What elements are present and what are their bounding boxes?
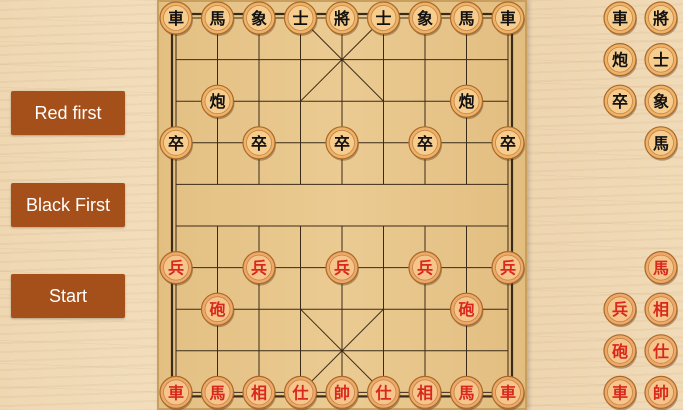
red-piece[interactable]: 砲 bbox=[200, 292, 235, 328]
captured-red-piece[interactable]: 相 bbox=[644, 292, 678, 328]
red-piece[interactable]: 車 bbox=[491, 375, 525, 410]
piece-label: 士 bbox=[375, 9, 391, 28]
captured-pieces: 車將炮 士卒 象馬馬兵 相砲 仕車帥 bbox=[603, 1, 678, 410]
red-piece[interactable]: 兵 bbox=[325, 251, 359, 286]
captured-red-piece[interactable]: 仕 bbox=[644, 334, 678, 369]
piece-label: 砲 bbox=[458, 300, 474, 319]
piece-label: 炮 bbox=[458, 92, 474, 111]
captured-black-piece[interactable]: 車 bbox=[603, 1, 637, 36]
piece-label: 馬 bbox=[653, 259, 669, 278]
piece-label: 兵 bbox=[168, 259, 184, 278]
red-piece[interactable]: 相 bbox=[408, 375, 442, 410]
red-piece[interactable]: 相 bbox=[242, 375, 276, 410]
red-piece[interactable]: 兵 bbox=[408, 251, 442, 286]
piece-label: 炮 bbox=[612, 51, 628, 70]
piece-label: 車 bbox=[612, 383, 628, 402]
red-piece[interactable]: 車 bbox=[159, 375, 193, 410]
board-grid bbox=[170, 12, 514, 398]
piece-label: 炮 bbox=[209, 92, 225, 111]
piece-label: 卒 bbox=[500, 134, 516, 153]
red-piece[interactable]: 兵 bbox=[491, 251, 525, 286]
piece-label: 兵 bbox=[500, 259, 516, 278]
piece-label: 卒 bbox=[334, 134, 350, 153]
piece-label: 馬 bbox=[653, 134, 669, 153]
captured-black-piece[interactable]: 卒 bbox=[603, 84, 637, 120]
piece-label: 將 bbox=[653, 9, 669, 28]
piece-label: 兵 bbox=[334, 259, 350, 278]
red-piece[interactable]: 兵 bbox=[242, 251, 276, 286]
captured-black-piece[interactable]: 馬 bbox=[644, 126, 678, 161]
piece-label: 馬 bbox=[458, 383, 474, 402]
piece-label: 兵 bbox=[612, 300, 628, 319]
piece-label: 馬 bbox=[209, 383, 225, 402]
black-piece[interactable]: 士 bbox=[283, 1, 318, 36]
piece-label: 砲 bbox=[612, 342, 628, 361]
black-piece[interactable]: 馬 bbox=[200, 1, 235, 36]
piece-label: 車 bbox=[168, 383, 184, 402]
black-piece[interactable]: 象 bbox=[408, 1, 442, 36]
captured-black-piece[interactable]: 炮 bbox=[603, 42, 637, 78]
red-piece[interactable]: 馬 bbox=[200, 375, 235, 410]
piece-label: 相 bbox=[251, 383, 267, 402]
game-scene: 車馬象士將士象馬車炮 炮卒卒卒卒卒兵兵兵兵兵砲 砲車馬相仕帥仕相馬車 車將炮 士卒 象馬… bbox=[159, 1, 678, 410]
captured-red-piece[interactable]: 車 bbox=[603, 375, 637, 410]
black-piece[interactable]: 卒 bbox=[242, 126, 276, 161]
piece-label: 兵 bbox=[417, 259, 433, 278]
red-piece[interactable]: 砲 bbox=[449, 292, 484, 328]
piece-label: 將 bbox=[334, 9, 350, 28]
captured-black-piece[interactable]: 士 bbox=[644, 42, 678, 78]
piece-label: 仕 bbox=[291, 383, 308, 402]
piece-label: 象 bbox=[653, 92, 669, 111]
red-piece[interactable]: 馬 bbox=[449, 375, 484, 410]
piece-label: 帥 bbox=[334, 383, 350, 402]
captured-black-piece[interactable]: 將 bbox=[644, 1, 678, 36]
red-piece[interactable]: 帥 bbox=[325, 375, 359, 410]
piece-label: 相 bbox=[653, 300, 669, 319]
piece-label: 士 bbox=[292, 9, 308, 28]
piece-label: 卒 bbox=[251, 134, 267, 153]
piece-label: 卒 bbox=[417, 134, 433, 153]
piece-label: 象 bbox=[417, 9, 433, 28]
black-piece[interactable]: 卒 bbox=[159, 126, 193, 161]
piece-label: 車 bbox=[168, 9, 184, 28]
piece-label: 卒 bbox=[612, 92, 628, 111]
black-piece[interactable]: 象 bbox=[242, 1, 276, 36]
piece-label: 馬 bbox=[209, 9, 225, 28]
red-piece[interactable]: 兵 bbox=[159, 251, 193, 286]
black-piece[interactable]: 卒 bbox=[325, 126, 359, 161]
piece-label: 仕 bbox=[374, 383, 391, 402]
red-piece[interactable]: 仕 bbox=[283, 375, 318, 410]
piece-label: 車 bbox=[612, 9, 628, 28]
black-piece[interactable]: 車 bbox=[159, 1, 193, 36]
piece-label: 卒 bbox=[168, 134, 184, 153]
black-piece[interactable]: 將 bbox=[325, 1, 359, 36]
black-piece[interactable]: 卒 bbox=[408, 126, 442, 161]
black-piece[interactable]: 馬 bbox=[449, 1, 484, 36]
piece-label: 車 bbox=[500, 9, 516, 28]
piece-label: 相 bbox=[417, 383, 433, 402]
piece-label: 仕 bbox=[652, 342, 669, 361]
captured-black-piece[interactable]: 象 bbox=[644, 84, 678, 120]
piece-label: 象 bbox=[251, 9, 267, 28]
captured-red-piece[interactable]: 帥 bbox=[644, 375, 678, 410]
piece-label: 兵 bbox=[251, 259, 267, 278]
piece-label: 車 bbox=[500, 383, 516, 402]
black-piece[interactable]: 炮 bbox=[449, 84, 484, 120]
piece-label: 士 bbox=[653, 51, 669, 70]
piece-label: 帥 bbox=[653, 383, 669, 402]
black-piece[interactable]: 卒 bbox=[491, 126, 525, 161]
black-piece[interactable]: 車 bbox=[491, 1, 525, 36]
piece-label: 馬 bbox=[458, 9, 474, 28]
captured-red-piece[interactable]: 砲 bbox=[603, 334, 637, 369]
captured-red-piece[interactable]: 馬 bbox=[644, 251, 678, 286]
piece-label: 砲 bbox=[209, 300, 225, 319]
red-piece[interactable]: 仕 bbox=[366, 375, 401, 410]
black-piece[interactable]: 士 bbox=[366, 1, 401, 36]
captured-red-piece[interactable]: 兵 bbox=[603, 292, 637, 328]
black-piece[interactable]: 炮 bbox=[200, 84, 235, 120]
